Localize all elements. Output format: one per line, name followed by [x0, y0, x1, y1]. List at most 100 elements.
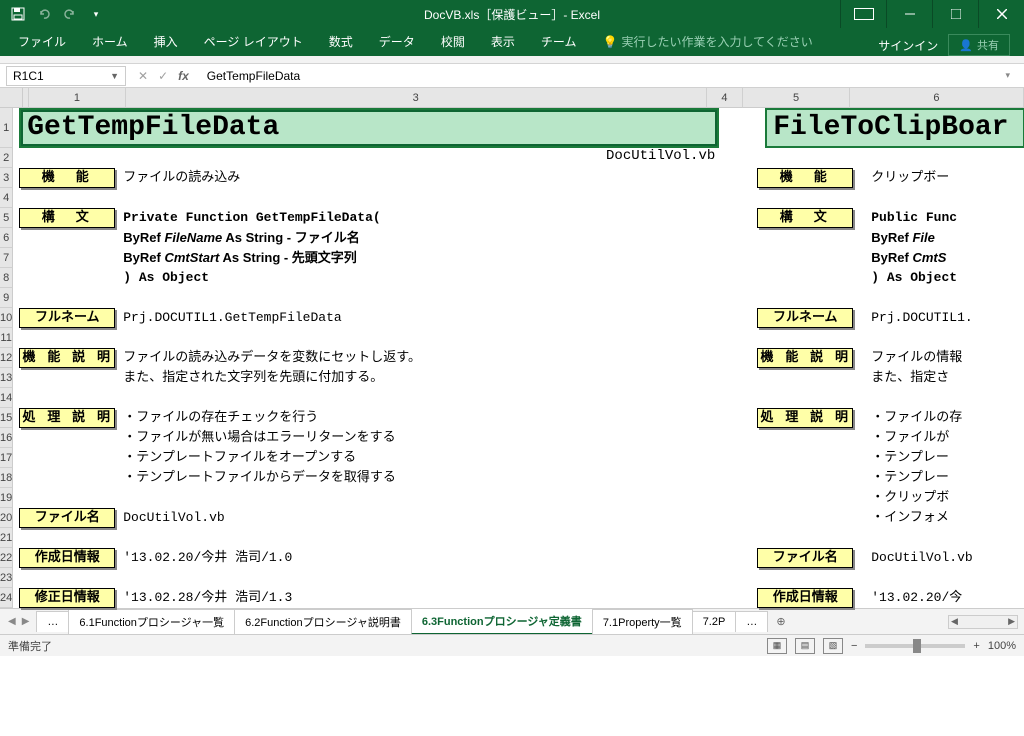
cell-text: '13.02.20/今井 浩司/1.0: [119, 548, 719, 568]
tab-file[interactable]: ファイル: [6, 27, 78, 56]
row-header[interactable]: 8: [0, 268, 13, 288]
row-header[interactable]: 15: [0, 408, 13, 428]
row-header[interactable]: 17: [0, 448, 13, 468]
view-pagebreak-button[interactable]: ▧: [823, 638, 843, 654]
tab-data[interactable]: データ: [367, 27, 427, 56]
maximize-button[interactable]: [932, 0, 978, 28]
name-box[interactable]: R1C1 ▼: [6, 66, 126, 86]
row-header[interactable]: 7: [0, 248, 13, 268]
zoom-out-button[interactable]: −: [851, 640, 857, 652]
cancel-formula-icon[interactable]: ✕: [138, 69, 148, 83]
row-header[interactable]: 5: [0, 208, 13, 228]
qat-customize-icon[interactable]: ▾: [88, 6, 104, 22]
tab-formulas[interactable]: 数式: [317, 27, 365, 56]
cell-text: ・テンプレー: [867, 448, 1024, 468]
view-normal-button[interactable]: ▦: [767, 638, 787, 654]
tellme-search[interactable]: 💡 実行したい作業を入力してください: [590, 27, 824, 56]
spreadsheet-grid[interactable]: GetTempFileData FileToClipBoar DocUtilVo…: [13, 108, 1024, 608]
tab-view[interactable]: 表示: [479, 27, 527, 56]
zoom-level[interactable]: 100%: [988, 640, 1016, 652]
row-header[interactable]: 14: [0, 388, 13, 408]
cell-text: ・インフォメ: [867, 508, 1024, 528]
chevron-down-icon[interactable]: ▼: [110, 71, 119, 81]
share-button[interactable]: 👤 共有: [948, 34, 1010, 56]
row-header[interactable]: 22: [0, 548, 13, 568]
label-kinou: 機 能: [757, 168, 853, 188]
tab-review[interactable]: 校閲: [429, 27, 477, 56]
cell-text: ) As Object: [867, 268, 1024, 288]
tab-insert[interactable]: 挿入: [142, 27, 190, 56]
row-header[interactable]: 3: [0, 168, 13, 188]
sheet-tab[interactable]: 7.1Property一覧: [592, 609, 693, 634]
row-header[interactable]: 2: [0, 148, 13, 168]
cell-text: ・テンプレートファイルからデータを取得する: [119, 468, 719, 488]
label-fullname: フルネーム: [19, 308, 115, 328]
label-shorisetsumei: 処 理 説 明: [757, 408, 853, 428]
row-header[interactable]: 21: [0, 528, 13, 548]
row-header[interactable]: 18: [0, 468, 13, 488]
row-header[interactable]: 24: [0, 588, 13, 608]
sheet-tab-dots[interactable]: …: [735, 611, 768, 632]
close-button[interactable]: [978, 0, 1024, 28]
row-header[interactable]: 20: [0, 508, 13, 528]
redo-icon[interactable]: [62, 6, 78, 22]
col-header[interactable]: 4: [707, 88, 744, 108]
tab-team[interactable]: チーム: [529, 27, 589, 56]
enter-formula-icon[interactable]: ✓: [158, 69, 168, 83]
sheet-tab-dots[interactable]: …: [36, 611, 69, 632]
sheet-tab[interactable]: 6.3Functionプロシージャ定義書: [411, 608, 593, 635]
sheet-nav-prev-icon[interactable]: ◀: [8, 616, 16, 627]
zoom-in-button[interactable]: +: [973, 640, 979, 652]
col-header[interactable]: 3: [126, 88, 707, 108]
label-koubun: 構 文: [757, 208, 853, 228]
row-header[interactable]: 1: [0, 108, 13, 148]
add-sheet-button[interactable]: ⊕: [768, 615, 793, 628]
col-header[interactable]: 6: [850, 88, 1024, 108]
row-header[interactable]: 4: [0, 188, 13, 208]
row-header[interactable]: 19: [0, 488, 13, 508]
row-header[interactable]: 16: [0, 428, 13, 448]
sheet-tab[interactable]: 6.2Functionプロシージャ説明書: [234, 609, 412, 634]
insert-function-icon[interactable]: fx: [178, 69, 189, 83]
sheet-nav-next-icon[interactable]: ▶: [22, 616, 30, 627]
row-header[interactable]: 12: [0, 348, 13, 368]
save-icon[interactable]: [10, 6, 26, 22]
row-header[interactable]: 9: [0, 288, 13, 308]
share-icon: 👤: [959, 39, 973, 52]
tab-pagelayout[interactable]: ページ レイアウト: [192, 27, 315, 56]
cell-text: ・ファイルが無い場合はエラーリターンをする: [119, 428, 719, 448]
cell-text: ByRef CmtS: [867, 248, 1024, 268]
ribbon-display-button[interactable]: [840, 0, 886, 28]
horizontal-scrollbar[interactable]: ◀▶: [948, 615, 1018, 629]
signin-link[interactable]: サインイン: [878, 37, 938, 54]
tab-home[interactable]: ホーム: [80, 27, 140, 56]
zoom-slider[interactable]: [865, 644, 965, 648]
title-cell-right[interactable]: FileToClipBoar: [765, 108, 1024, 148]
cell-text: ・クリップボ: [867, 488, 1024, 508]
label-kinou: 機 能: [19, 168, 115, 188]
col-header[interactable]: 5: [743, 88, 849, 108]
row-header[interactable]: 11: [0, 328, 13, 348]
sheet-tab[interactable]: 6.1Functionプロシージャ一覧: [68, 609, 235, 634]
select-all-corner[interactable]: [0, 88, 23, 108]
sheet-tab[interactable]: 7.2P: [692, 611, 737, 632]
cell-text: ファイルの読み込み: [119, 168, 719, 188]
view-pagelayout-button[interactable]: ▤: [795, 638, 815, 654]
cell-text: ・テンプレー: [867, 468, 1024, 488]
cell-text: Public Func: [867, 208, 1024, 228]
undo-icon[interactable]: [36, 6, 52, 22]
cell-text: '13.02.28/今井 浩司/1.3: [119, 588, 719, 608]
row-header[interactable]: 6: [0, 228, 13, 248]
expand-formulabar-icon[interactable]: ▾: [1005, 70, 1018, 81]
formula-input[interactable]: GetTempFileData ▾: [201, 69, 1024, 83]
col-header[interactable]: 1: [29, 88, 126, 108]
title-cell-left[interactable]: GetTempFileData: [19, 108, 719, 148]
cell-text: ByRef File: [867, 228, 1024, 248]
cell-text: ByRef FileName As String - ファイル名: [119, 228, 719, 248]
label-filename: ファイル名: [757, 548, 853, 568]
row-header[interactable]: 13: [0, 368, 13, 388]
row-header[interactable]: 23: [0, 568, 13, 588]
row-header[interactable]: 10: [0, 308, 13, 328]
label-shorisetsumei: 処 理 説 明: [19, 408, 115, 428]
minimize-button[interactable]: [886, 0, 932, 28]
